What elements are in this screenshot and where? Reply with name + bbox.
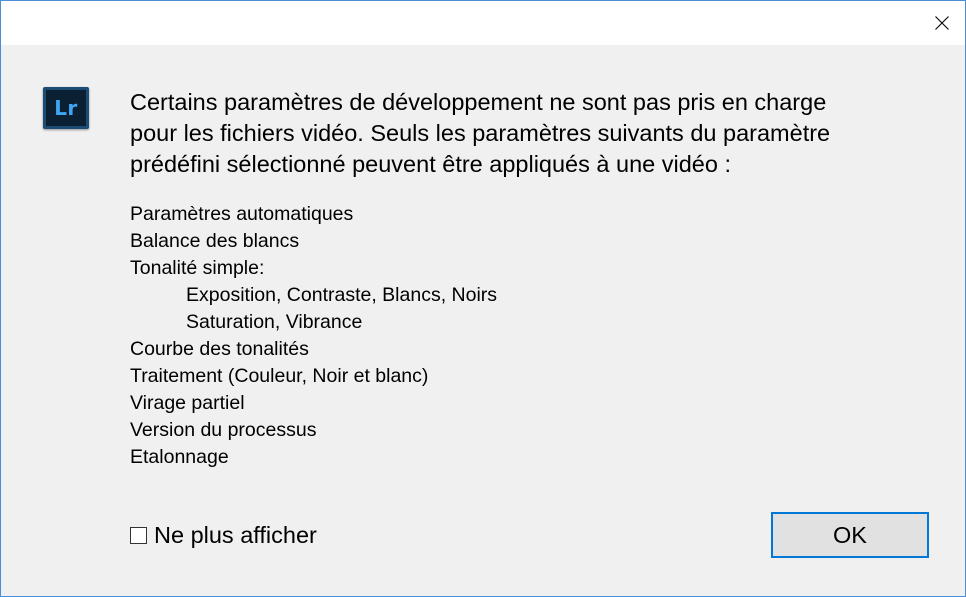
- list-item: Version du processus: [130, 419, 317, 441]
- list-item: Courbe des tonalités: [130, 338, 309, 360]
- dialog-window: Lr Certains paramètres de développement …: [0, 0, 966, 597]
- message-line: prédéfini sélectionné peuvent être appli…: [130, 151, 731, 177]
- message-line: Certains paramètres de développement ne …: [130, 89, 827, 115]
- close-icon: [935, 16, 949, 30]
- list-subitem: Exposition, Contraste, Blancs, Noirs: [186, 284, 498, 306]
- lightroom-logo-icon: Lr: [43, 87, 89, 129]
- list-item: Paramètres automatiques: [130, 203, 354, 225]
- list-item: Virage partiel: [130, 392, 245, 414]
- list-item: Tonalité simple:: [130, 257, 265, 279]
- supported-settings-list: Paramètres automatiques Balance des blan…: [130, 201, 497, 471]
- checkbox-label[interactable]: Ne plus afficher: [154, 520, 317, 550]
- checkbox-box[interactable]: [130, 526, 147, 544]
- list-subitem: Saturation, Vibrance: [186, 311, 363, 333]
- lightroom-logo-text: Lr: [54, 96, 78, 120]
- dialog-message: Certains paramètres de développement ne …: [130, 87, 930, 180]
- dont-show-again-checkbox[interactable]: Ne plus afficher: [130, 520, 317, 550]
- close-button[interactable]: [919, 1, 965, 45]
- list-item: Etalonnage: [130, 446, 229, 468]
- ok-button[interactable]: OK: [771, 512, 929, 558]
- message-line: pour les fichiers vidéo. Seuls les param…: [130, 120, 831, 146]
- list-item: Traitement (Couleur, Noir et blanc): [130, 365, 429, 387]
- title-bar: [1, 1, 965, 45]
- list-item: Balance des blancs: [130, 230, 300, 252]
